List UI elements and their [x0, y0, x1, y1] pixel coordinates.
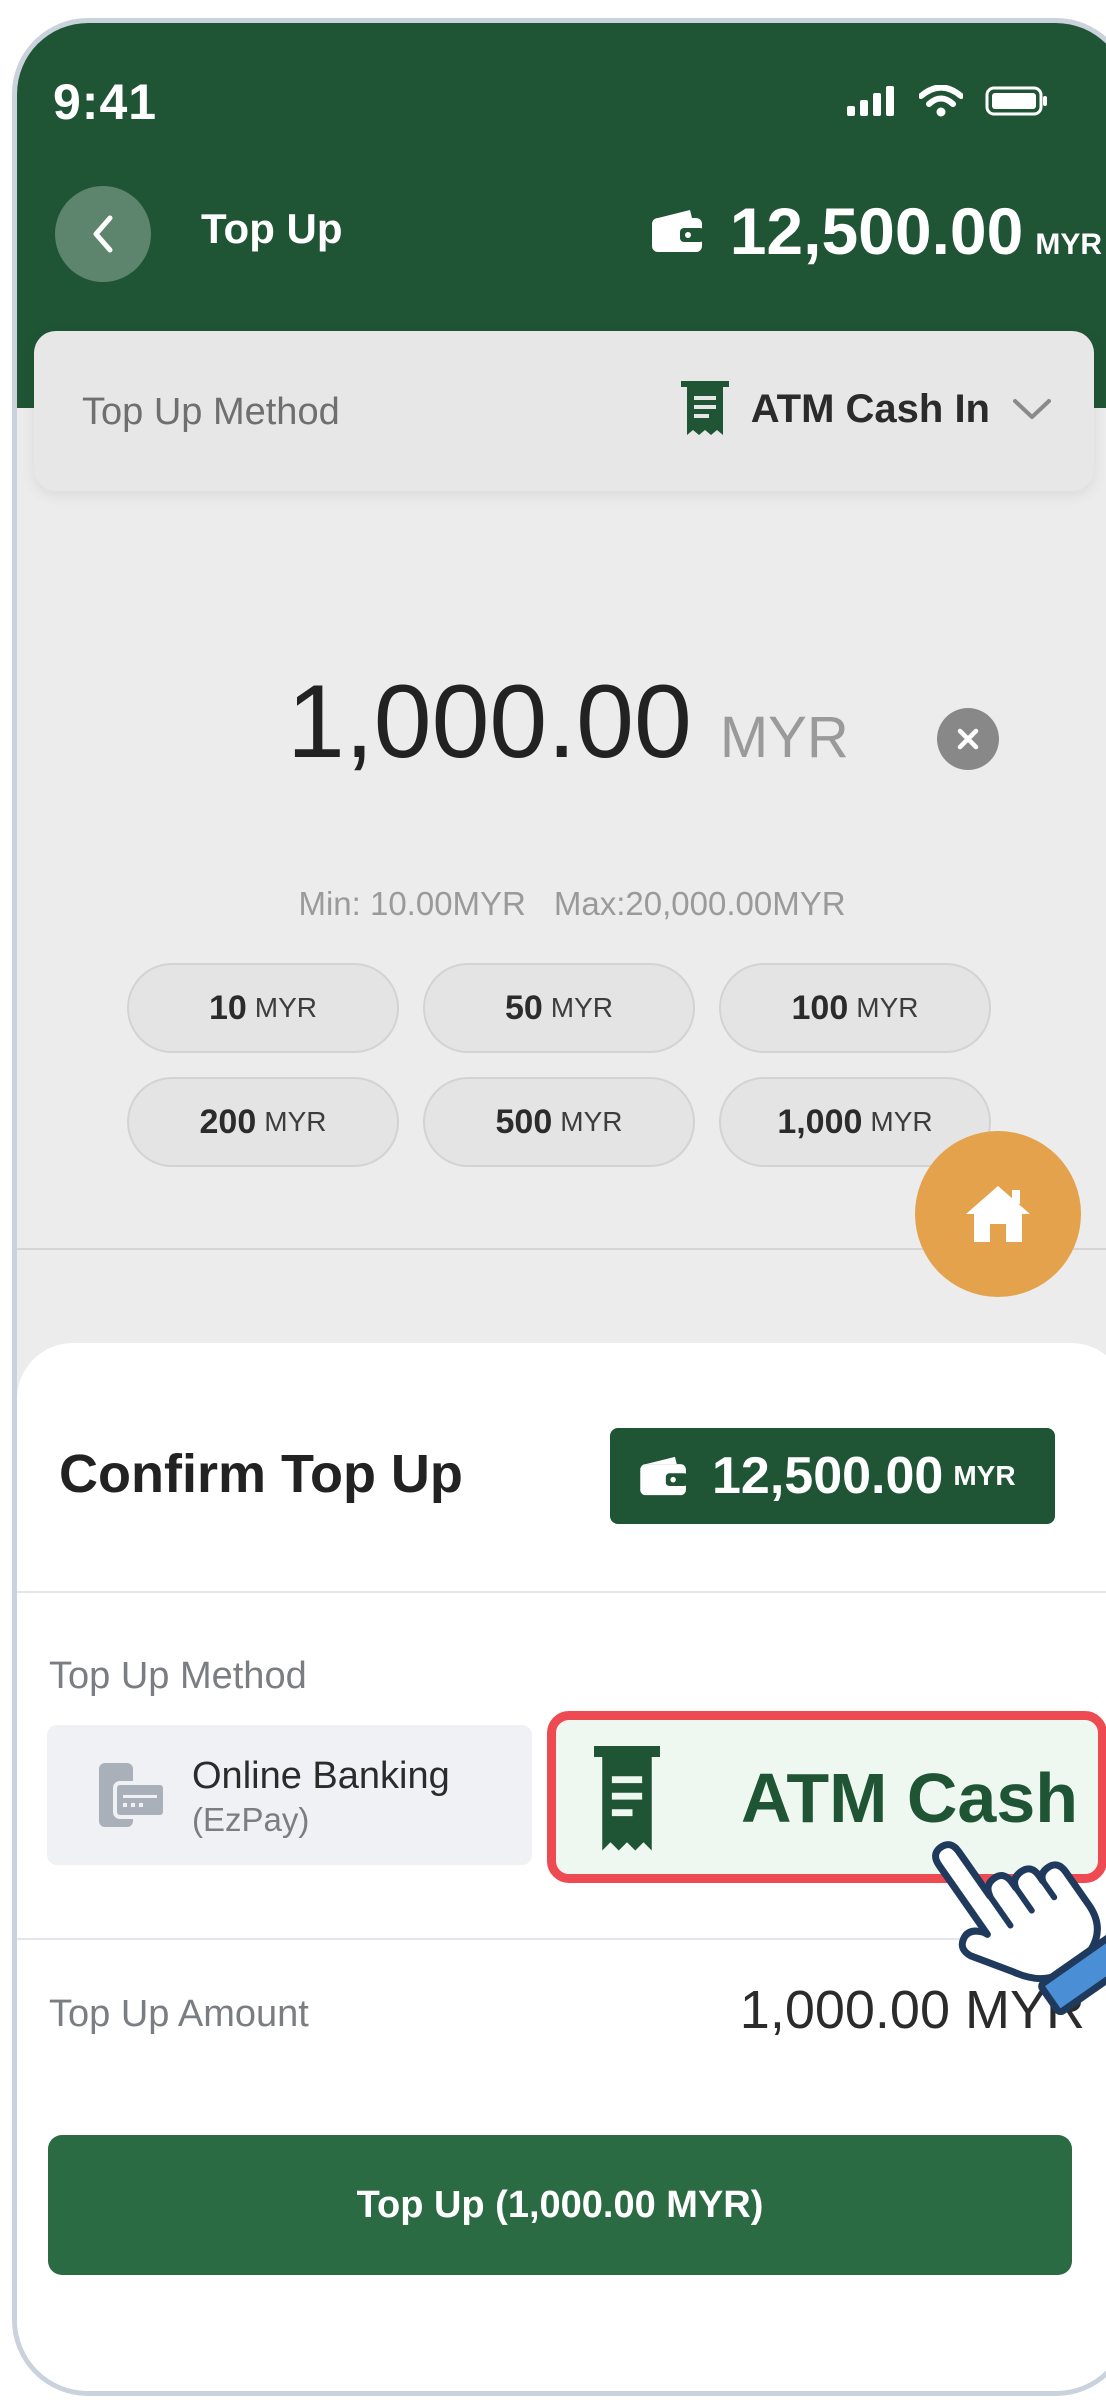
wallet-icon [651, 210, 704, 252]
quick-amount-chip[interactable]: 500 MYR [423, 1077, 695, 1167]
header-balance: 12,500.00 MYR [650, 193, 1102, 269]
chevron-down-icon [1013, 399, 1051, 419]
phone-frame: 9:41 Top Up 12,500.00 MYR Top Up Method … [12, 18, 1106, 2396]
clear-icon [957, 728, 979, 750]
method-option-online-banking[interactable]: Online Banking (EzPay) [47, 1725, 532, 1865]
hand-pointer-icon [932, 1841, 1106, 2015]
sheet-amount-label: Top Up Amount [49, 1993, 309, 2035]
back-button[interactable] [55, 186, 151, 282]
quick-amount-chip[interactable]: 200 MYR [127, 1077, 399, 1167]
signal-icon [847, 86, 894, 116]
amount-display[interactable]: 1,000.00 MYR [287, 663, 849, 782]
wallet-icon [640, 1456, 688, 1496]
online-banking-sublabel: (EzPay) [192, 1801, 310, 1838]
home-button[interactable] [915, 1131, 1081, 1297]
battery-icon [985, 86, 1047, 116]
status-time: 9:41 [53, 74, 158, 130]
method-value: ATM Cash In [680, 381, 1052, 437]
screen: 9:41 Top Up 12,500.00 MYR Top Up Method … [17, 23, 1106, 2391]
top-up-method-selector[interactable]: Top Up Method ATM Cash In [34, 331, 1094, 491]
sheet-balance-currency: MYR [953, 1460, 1016, 1491]
status-icons [847, 85, 1049, 117]
back-chevron-icon [93, 215, 113, 253]
amount-limits: Min: 10.00MYR Max:20,000.00MYR [17, 885, 1106, 923]
top-up-button[interactable]: Top Up (1,000.00 MYR) [48, 2135, 1072, 2275]
method-label: Top Up Method [82, 391, 340, 433]
amount-currency: MYR [719, 705, 849, 770]
max-amount: Max:20,000.00MYR [553, 885, 846, 922]
divider [17, 1591, 1106, 1593]
online-banking-label: Online Banking [192, 1755, 450, 1797]
mobile-card-icon [99, 1763, 167, 1827]
sheet-title: Confirm Top Up [59, 1444, 463, 1504]
header-balance-amount: 12,500.00 [729, 194, 1024, 268]
sheet-method-label: Top Up Method [49, 1655, 307, 1697]
quick-amount-chip[interactable]: 10 MYR [127, 963, 399, 1053]
quick-amount-chip[interactable]: 50 MYR [423, 963, 695, 1053]
receipt-icon [594, 1746, 660, 1851]
page-title: Top Up [201, 205, 343, 252]
amount-value: 1,000.00 [287, 664, 692, 780]
min-amount: Min: 10.00MYR [298, 885, 526, 922]
home-icon [966, 1186, 1030, 1242]
quick-amount-chip[interactable]: 100 MYR [719, 963, 991, 1053]
sheet-balance: 12,500.00 MYR [610, 1428, 1055, 1524]
wifi-icon [919, 85, 963, 117]
header-balance-currency: MYR [1035, 228, 1102, 261]
quick-amount-chips: 10 MYR 50 MYR 100 MYR 200 MYR 500 MYR 1,000 MY… [127, 963, 991, 1167]
sheet-balance-amount: 12,500.00 [712, 1447, 944, 1505]
receipt-icon [680, 381, 729, 435]
method-value-text: ATM Cash In [750, 386, 990, 431]
clear-amount-button[interactable] [937, 708, 999, 770]
